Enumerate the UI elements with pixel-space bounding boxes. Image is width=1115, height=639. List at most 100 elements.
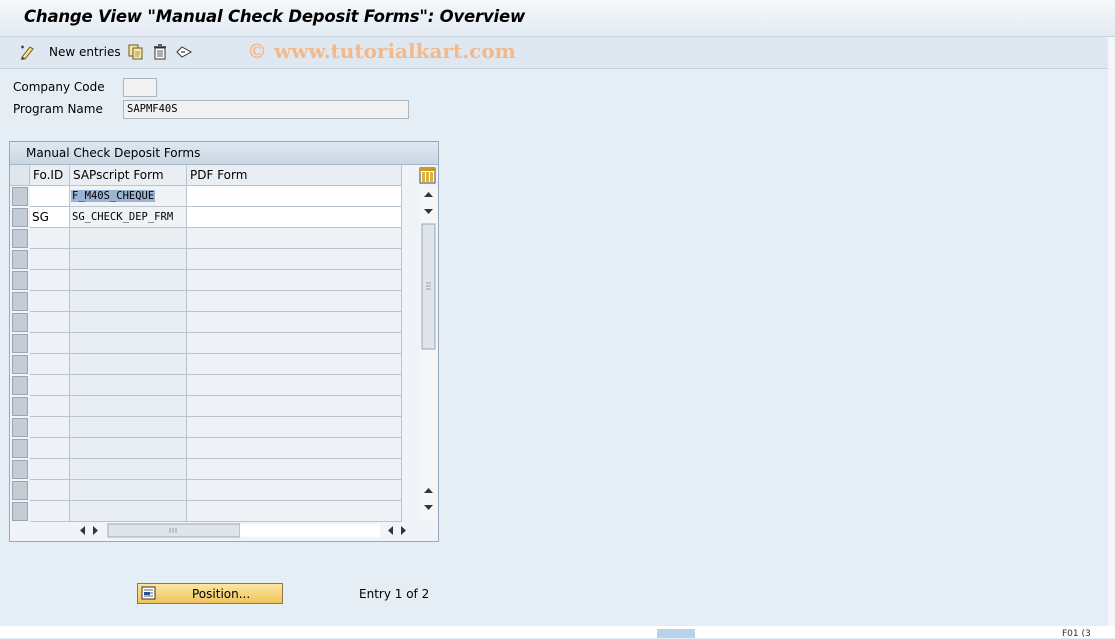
cell-sapscript-form-value: F_M40S_CHEQUE — [71, 190, 156, 202]
column-header-foid[interactable]: Fo.ID — [30, 165, 70, 186]
cell-pdf-form[interactable] — [187, 417, 402, 438]
cell-sapscript-form[interactable] — [70, 249, 187, 270]
cell-foid[interactable] — [30, 312, 70, 333]
cell-foid[interactable] — [30, 186, 70, 207]
table-row — [10, 249, 402, 270]
cell-pdf-form[interactable] — [187, 375, 402, 396]
cell-foid[interactable] — [30, 375, 70, 396]
new-entries-icon[interactable] — [19, 43, 37, 61]
cell-sapscript-form[interactable] — [70, 228, 187, 249]
cell-pdf-form[interactable] — [187, 333, 402, 354]
position-button[interactable]: Position... — [137, 583, 283, 604]
table-row — [10, 312, 402, 333]
cell-pdf-form[interactable] — [187, 312, 402, 333]
copy-icon[interactable] — [127, 43, 145, 61]
table-control: Manual Check Deposit Forms Fo.ID SAPscri… — [9, 141, 439, 542]
cell-sapscript-form[interactable] — [70, 501, 187, 522]
row-selector[interactable] — [12, 313, 28, 332]
cell-pdf-form[interactable] — [187, 207, 402, 228]
row-selector[interactable] — [12, 271, 28, 290]
cell-foid-value: SG — [32, 210, 49, 224]
cell-sapscript-form[interactable] — [70, 333, 187, 354]
row-selector[interactable] — [12, 355, 28, 374]
title-bar: Change View "Manual Check Deposit Forms"… — [0, 0, 1115, 37]
row-selector[interactable] — [12, 376, 28, 395]
cell-pdf-form[interactable] — [187, 459, 402, 480]
horizontal-scrollbar[interactable] — [70, 522, 415, 539]
cell-pdf-form[interactable] — [187, 501, 402, 522]
row-selector[interactable] — [12, 460, 28, 479]
row-selector[interactable] — [12, 292, 28, 311]
position-button-label: Position... — [192, 587, 251, 601]
table-row — [10, 375, 402, 396]
cell-foid[interactable] — [30, 249, 70, 270]
cell-foid[interactable] — [30, 501, 70, 522]
cell-foid[interactable] — [30, 270, 70, 291]
cell-pdf-form[interactable] — [187, 249, 402, 270]
cell-sapscript-form[interactable] — [70, 417, 187, 438]
sap-logo — [657, 629, 695, 638]
table-settings-icon[interactable] — [419, 166, 437, 185]
table-row: F_M40S_CHEQUE — [10, 186, 402, 207]
program-name-label: Program Name — [13, 102, 103, 116]
undo-change-icon[interactable] — [175, 43, 193, 61]
row-selector[interactable] — [12, 481, 28, 500]
row-selector[interactable] — [12, 397, 28, 416]
cell-pdf-form[interactable] — [187, 354, 402, 375]
cell-pdf-form[interactable] — [187, 186, 402, 207]
column-header-pdf-form[interactable]: PDF Form — [187, 165, 402, 186]
cell-foid[interactable] — [30, 333, 70, 354]
cell-foid[interactable] — [30, 438, 70, 459]
cell-pdf-form[interactable] — [187, 270, 402, 291]
cell-sapscript-form[interactable]: SG_CHECK_DEP_FRM — [70, 207, 187, 228]
new-entries-button[interactable]: New entries — [49, 45, 121, 59]
cell-pdf-form[interactable] — [187, 228, 402, 249]
cell-pdf-form[interactable] — [187, 291, 402, 312]
table-row — [10, 480, 402, 501]
delete-icon[interactable] — [151, 43, 169, 61]
application-toolbar: New entries © www.tutorialkart.com — [0, 37, 1115, 69]
cell-sapscript-form-value: SG_CHECK_DEP_FRM — [72, 211, 174, 223]
cell-sapscript-form[interactable] — [70, 438, 187, 459]
cell-foid[interactable] — [30, 291, 70, 312]
row-selector[interactable] — [12, 334, 28, 353]
row-selector[interactable] — [12, 229, 28, 248]
cell-sapscript-form[interactable] — [70, 459, 187, 480]
company-code-field[interactable] — [123, 78, 157, 97]
cell-sapscript-form[interactable] — [70, 270, 187, 291]
row-selector[interactable] — [12, 502, 28, 521]
cell-sapscript-form[interactable] — [70, 312, 187, 333]
cell-sapscript-form[interactable]: F_M40S_CHEQUE — [70, 186, 187, 207]
table-row — [10, 396, 402, 417]
watermark: © www.tutorialkart.com — [247, 39, 516, 63]
cell-foid[interactable]: SG — [30, 207, 70, 228]
vertical-scrollbar[interactable] — [420, 187, 437, 520]
table-title-bar: Manual Check Deposit Forms — [10, 142, 438, 165]
row-selector[interactable] — [12, 187, 28, 206]
column-header-sapscript-form[interactable]: SAPscript Form — [70, 165, 187, 186]
row-selector[interactable] — [12, 418, 28, 437]
select-all-header[interactable] — [10, 165, 30, 186]
cell-sapscript-form[interactable] — [70, 396, 187, 417]
cell-sapscript-form[interactable] — [70, 291, 187, 312]
cell-foid[interactable] — [30, 354, 70, 375]
cell-sapscript-form[interactable] — [70, 375, 187, 396]
cell-foid[interactable] — [30, 459, 70, 480]
row-selector[interactable] — [12, 250, 28, 269]
cell-sapscript-form[interactable] — [70, 354, 187, 375]
cell-foid[interactable] — [30, 396, 70, 417]
row-selector[interactable] — [12, 439, 28, 458]
cell-foid[interactable] — [30, 417, 70, 438]
table-title: Manual Check Deposit Forms — [26, 146, 201, 160]
program-name-field[interactable]: SAPMF40S — [123, 100, 409, 119]
row-selector[interactable] — [12, 208, 28, 227]
position-icon — [141, 586, 157, 601]
table-row — [10, 291, 402, 312]
cell-foid[interactable] — [30, 228, 70, 249]
table-row — [10, 270, 402, 291]
cell-pdf-form[interactable] — [187, 396, 402, 417]
cell-sapscript-form[interactable] — [70, 480, 187, 501]
cell-pdf-form[interactable] — [187, 438, 402, 459]
cell-foid[interactable] — [30, 480, 70, 501]
cell-pdf-form[interactable] — [187, 480, 402, 501]
